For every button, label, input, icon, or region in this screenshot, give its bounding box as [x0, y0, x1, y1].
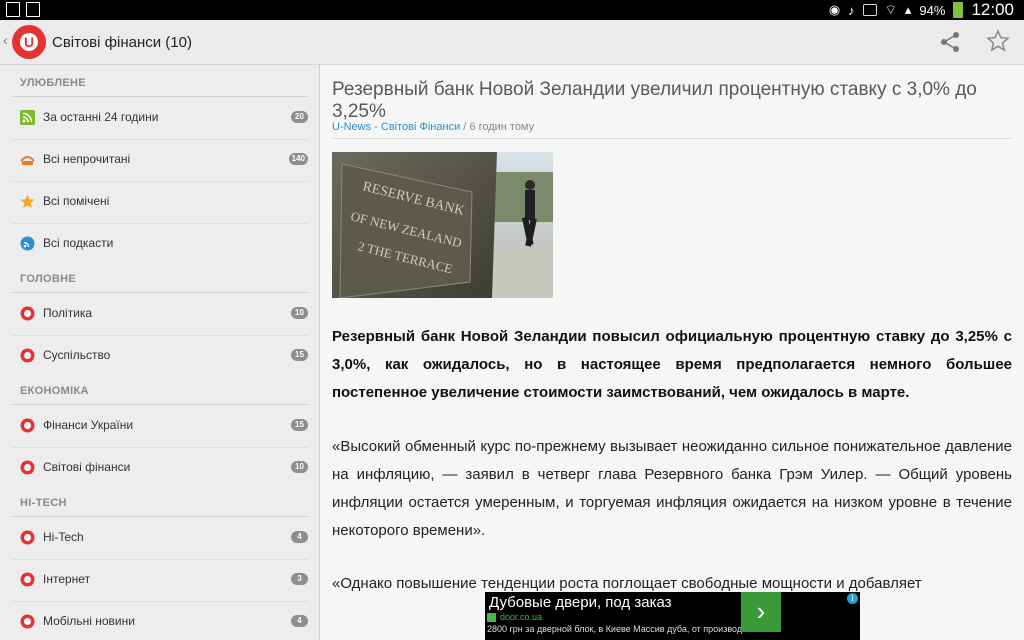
sidebar-item-label: Мобільні новини — [43, 614, 135, 628]
sidebar-item-label: Інтернет — [43, 572, 91, 586]
page-title: Світові фінанси (10) — [52, 34, 192, 51]
sidebar-item-unread[interactable]: Всі непрочитані 140 — [0, 139, 319, 181]
count-badge: 20 — [291, 111, 308, 123]
sidebar-item-label: Всі подкасти — [43, 236, 114, 250]
article-title: Резервный банк Новой Зеландии увеличил п… — [332, 79, 977, 122]
meta-separator: / — [460, 121, 470, 133]
article-paragraph: «Высокий обменный курс по-прежнему вызыв… — [332, 438, 1012, 539]
sidebar-item-label: Всі помічені — [43, 194, 110, 208]
unews-icon — [20, 614, 35, 629]
share-icon[interactable] — [938, 30, 962, 54]
status-right: ◉ ♪ ⌔ ▴ 94% 12:00 — [829, 0, 1014, 20]
article-time: 6 годин тому — [469, 121, 535, 133]
article-meta: U-News - Світові Фінанси / 6 годин тому — [332, 121, 534, 133]
sidebar-item-hitech[interactable]: Hi-Tech 4 — [0, 517, 319, 559]
unread-icon — [20, 156, 35, 165]
count-badge: 3 — [291, 573, 308, 585]
unews-icon — [20, 460, 35, 475]
unews-icon — [20, 418, 35, 433]
battery-icon — [953, 2, 964, 18]
action-bar: ‹ U Світові фінанси (10) — [0, 20, 1024, 65]
sidebar-item-world-finance[interactable]: Світові фінанси 10 — [0, 447, 319, 489]
unews-icon — [20, 348, 35, 363]
mute-icon: ♪ — [848, 2, 855, 18]
section-favorites-title: УЛЮБЛЕНЕ — [20, 77, 86, 89]
count-badge: 10 — [291, 307, 308, 319]
ad-description: 2800 грн за дверной блок, в Киеве Массив… — [487, 624, 766, 634]
wifi-icon: ⌔ — [884, 2, 897, 17]
count-badge: 10 — [291, 461, 308, 473]
unews-icon — [20, 530, 35, 545]
nfc-icon — [862, 4, 877, 16]
article-photo[interactable]: RESERVE BANK OF NEW ZEALAND 2 THE TERRAC… — [332, 152, 553, 298]
section-economy-title: ЕКОНОМІКА — [20, 385, 89, 397]
ad-url: door.co.ua — [500, 612, 543, 622]
sidebar-item-label: Політика — [43, 306, 93, 320]
sidebar-item-label: Суспільство — [43, 348, 111, 362]
sidebar-item-society[interactable]: Суспільство 15 — [0, 335, 319, 377]
image-icon — [26, 2, 40, 17]
sidebar-item-starred[interactable]: Всі помічені — [0, 181, 319, 223]
unews-icon — [20, 306, 35, 321]
section-main-title: ГОЛОВНЕ — [20, 273, 76, 285]
ad-url-icon — [487, 613, 496, 622]
logo-letter: U — [24, 34, 35, 50]
article-lead: Резервный банк Новой Зеландии повысил оф… — [332, 328, 1012, 401]
sidebar-item-label: Всі непрочитані — [43, 152, 131, 166]
ad-arrow-button[interactable]: › — [741, 592, 781, 632]
count-badge: 140 — [288, 153, 308, 165]
section-hitech-title: HI-TECH — [20, 497, 67, 509]
ad-banner[interactable]: Дубовые двери, под заказ door.co.ua 2800… — [485, 592, 860, 640]
ad-title: Дубовые двери, под заказ — [489, 594, 672, 611]
sidebar-item-label: За останні 24 години — [43, 110, 159, 124]
unews-icon — [20, 572, 35, 587]
sidebar-item-last-24h[interactable]: За останні 24 години 20 — [0, 97, 319, 139]
clock: 12:00 — [971, 0, 1014, 19]
sidebar-item-mobile-news[interactable]: Мобільні новини 4 — [0, 601, 319, 640]
count-badge: 4 — [291, 615, 308, 627]
sidebar: УЛЮБЛЕНЕ За останні 24 години 20 Всі неп… — [0, 65, 320, 640]
star-icon — [20, 194, 35, 208]
count-badge: 15 — [291, 349, 308, 361]
eye-icon: ◉ — [828, 2, 841, 17]
podcast-icon — [20, 236, 35, 251]
reserve-bank-photo: RESERVE BANK OF NEW ZEALAND 2 THE TERRAC… — [332, 152, 553, 298]
sidebar-item-internet[interactable]: Інтернет 3 — [0, 559, 319, 601]
sidebar-item-label: Hi-Tech — [43, 530, 84, 544]
article-source-link[interactable]: U-News - Світові Фінанси — [332, 121, 460, 133]
rss-icon — [20, 110, 35, 125]
sidebar-item-politics[interactable]: Політика 10 — [0, 293, 319, 335]
ad-info-icon[interactable]: i — [847, 593, 858, 604]
sidebar-item-label: Фінанси України — [43, 418, 134, 432]
sidebar-item-podcasts[interactable]: Всі подкасти — [0, 223, 319, 265]
back-chevron-icon[interactable]: ‹ — [3, 32, 8, 48]
count-badge: 4 — [291, 531, 308, 543]
app-logo[interactable]: U — [12, 25, 46, 59]
notification-icon — [6, 2, 20, 17]
status-left — [6, 2, 40, 17]
sidebar-item-label: Світові фінанси — [43, 460, 131, 474]
divider — [332, 138, 1012, 139]
battery-percent: 94% — [919, 2, 946, 18]
sidebar-item-ukraine-finance[interactable]: Фінанси України 15 — [0, 405, 319, 447]
signal-icon: ▴ — [904, 2, 912, 17]
status-bar: ◉ ♪ ⌔ ▴ 94% 12:00 — [0, 0, 1024, 20]
article-pane[interactable]: Резервный банк Новой Зеландии увеличил п… — [321, 65, 1024, 640]
count-badge: 15 — [291, 419, 308, 431]
favorite-star-icon[interactable] — [986, 29, 1010, 53]
